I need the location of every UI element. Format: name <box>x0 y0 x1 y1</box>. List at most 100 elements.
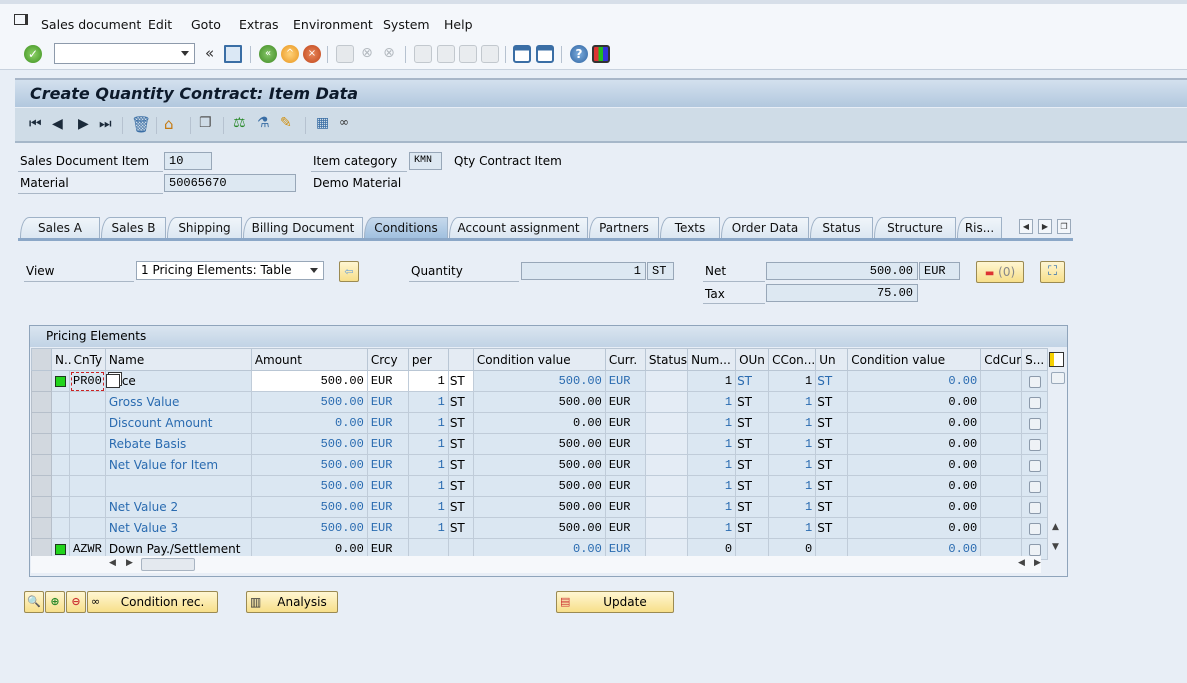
column-settings-icon[interactable] <box>1049 352 1064 367</box>
scroll-left-icon-right[interactable]: ◀ <box>1018 558 1025 568</box>
col-header-condition-value-2[interactable]: Condition value <box>847 348 982 371</box>
table-row[interactable]: Rebate Basis 500.00 EUR 1 ST 500.00 EUR 1 ST 1 ST 0… <box>31 433 1049 455</box>
tab-ris[interactable]: Ris... <box>957 217 1002 239</box>
tab-list-icon[interactable]: ❐ <box>1057 219 1071 234</box>
condition-detail-button[interactable]: 🔍 <box>24 591 44 613</box>
menu-environment[interactable]: Environment <box>293 17 373 32</box>
analysis-button[interactable]: ▥ Analysis <box>246 591 338 613</box>
scroll-thumb[interactable] <box>141 558 195 571</box>
col-header-num[interactable]: Num... <box>687 348 737 371</box>
create-session-icon[interactable] <box>513 45 531 63</box>
delete-icon[interactable]: 🗑 <box>131 115 151 134</box>
row-checkbox[interactable] <box>1028 396 1041 409</box>
net-currency-field[interactable]: EUR <box>919 262 960 280</box>
condition-type-cell[interactable] <box>69 391 106 413</box>
table-row[interactable]: 500.00 EUR 1 ST 500.00 EUR 1 ST 1 ST 0.00 <box>31 475 1049 497</box>
row-selector[interactable] <box>31 454 52 476</box>
tab-scroll-right-icon[interactable]: ▶ <box>1038 219 1052 234</box>
menu-system[interactable]: System <box>383 17 430 32</box>
tab-conditions[interactable]: Conditions <box>364 217 448 239</box>
select-all-checkbox[interactable] <box>1051 372 1065 384</box>
col-header-status[interactable]: Status <box>644 348 689 371</box>
configuration-icon[interactable]: ⚖ <box>233 115 246 131</box>
col-header-s[interactable]: S... <box>1021 348 1049 371</box>
col-header-un[interactable]: Un <box>815 348 849 371</box>
scroll-up-icon[interactable]: ▲ <box>1052 522 1059 532</box>
copy-icon[interactable] <box>106 374 120 389</box>
menu-help[interactable]: Help <box>444 17 473 32</box>
condition-type-cell[interactable] <box>69 496 106 518</box>
tab-status[interactable]: Status <box>810 217 873 239</box>
tab-sales-a[interactable]: Sales A <box>20 217 100 239</box>
quantity-unit-field[interactable]: ST <box>647 262 674 280</box>
tab-billing-document[interactable]: Billing Document <box>243 217 363 239</box>
row-selector[interactable] <box>31 433 52 455</box>
col-header-per[interactable]: per <box>407 348 449 371</box>
quantity-field[interactable]: 1 <box>521 262 646 280</box>
calculator-icon[interactable]: ▦ <box>316 115 329 131</box>
find-icon[interactable]: ⊗ <box>358 45 376 63</box>
row-selector[interactable] <box>31 496 52 518</box>
messages-button[interactable]: ▬ (0) <box>976 261 1024 283</box>
menu-extras[interactable]: Extras <box>239 17 279 32</box>
delete-row-button[interactable]: ⊖ <box>66 591 86 613</box>
row-checkbox[interactable] <box>1028 501 1041 514</box>
per-cell[interactable]: 1 <box>407 370 449 392</box>
tax-value-field[interactable]: 75.00 <box>766 284 918 302</box>
row-checkbox[interactable] <box>1028 375 1041 388</box>
condition-type-cell[interactable] <box>69 475 106 497</box>
next-item-icon[interactable]: ▶ <box>78 116 89 132</box>
fullscreen-button[interactable]: ⛶ <box>1040 261 1065 283</box>
item-category-field[interactable]: KMN <box>409 152 442 170</box>
table-row[interactable]: Gross Value 500.00 EUR 1 ST 500.00 EUR 1 ST 1 ST 0.… <box>31 391 1049 413</box>
table-row[interactable]: Net Value 2 500.00 EUR 1 ST 500.00 EUR 1 ST 1 ST 0.… <box>31 496 1049 518</box>
update-button[interactable]: ▤ Update <box>556 591 674 613</box>
back-arrow-button[interactable]: ⇦ <box>339 261 359 282</box>
previous-item-icon[interactable]: ◀ <box>52 116 63 132</box>
batch-icon[interactable]: ⚗ <box>257 115 270 131</box>
display-condition-icon[interactable]: ∞ <box>339 115 349 129</box>
net-value-field[interactable]: 500.00 <box>766 262 918 280</box>
help-icon[interactable]: ? <box>570 45 588 63</box>
edit-icon[interactable]: ✎ <box>280 115 292 131</box>
customize-layout-icon[interactable] <box>592 45 610 63</box>
row-selector-header[interactable] <box>31 348 52 371</box>
row-checkbox[interactable] <box>1028 438 1041 451</box>
table-row[interactable]: Net Value for Item 500.00 EUR 1 ST 500.00 EUR 1… <box>31 454 1049 476</box>
system-menu-icon[interactable] <box>14 14 28 25</box>
header-icon[interactable]: ⌂ <box>164 115 174 133</box>
display-document-icon[interactable]: ❐ <box>199 115 212 131</box>
table-row[interactable]: Net Value 3 500.00 EUR 1 ST 500.00 EUR 1 ST 1 ST 0.… <box>31 517 1049 539</box>
row-selector[interactable] <box>31 517 52 539</box>
row-checkbox[interactable] <box>1028 543 1041 556</box>
row-selector[interactable] <box>31 370 52 392</box>
back-double-chevron-icon[interactable]: « <box>205 44 214 62</box>
condition-type-cell[interactable] <box>69 454 106 476</box>
table-row[interactable]: Discount Amount 0.00 EUR 1 ST 0.00 EUR 1 ST 1 ST 0.… <box>31 412 1049 434</box>
view-dropdown[interactable]: 1 Pricing Elements: Table <box>136 261 324 280</box>
condition-type-cell[interactable] <box>69 517 106 539</box>
col-header-amount[interactable]: Amount <box>250 348 368 371</box>
row-checkbox[interactable] <box>1028 480 1041 493</box>
tab-structure[interactable]: Structure <box>874 217 956 239</box>
row-selector[interactable] <box>31 412 52 434</box>
menu-goto[interactable]: Goto <box>191 17 221 32</box>
col-header-condition-value[interactable]: Condition value <box>472 348 606 371</box>
enter-icon[interactable]: ✓ <box>24 45 42 63</box>
amount-cell[interactable]: 500.00 <box>250 370 368 392</box>
table-row[interactable]: PR00 ce 500.00 EUR 1 ST 500.00 EUR 1 ST 1 ST 0.00 <box>31 370 1049 392</box>
col-header-name[interactable]: Name <box>104 348 252 371</box>
next-page-icon[interactable] <box>459 45 477 63</box>
tab-shipping[interactable]: Shipping <box>167 217 242 239</box>
command-field[interactable] <box>54 43 195 64</box>
condition-type-cell[interactable]: PR00 <box>69 370 106 392</box>
tab-partners[interactable]: Partners <box>589 217 659 239</box>
condition-type-cell[interactable] <box>69 433 106 455</box>
col-header-cdcur[interactable]: CdCur <box>980 348 1023 371</box>
menu-sales-document[interactable]: Sales document <box>41 17 141 32</box>
shortcut-icon[interactable] <box>536 45 554 63</box>
col-header-uom[interactable] <box>447 348 474 371</box>
scroll-right-icon[interactable]: ▶ <box>126 558 133 568</box>
tab-order-data[interactable]: Order Data <box>721 217 809 239</box>
row-checkbox[interactable] <box>1028 522 1041 535</box>
